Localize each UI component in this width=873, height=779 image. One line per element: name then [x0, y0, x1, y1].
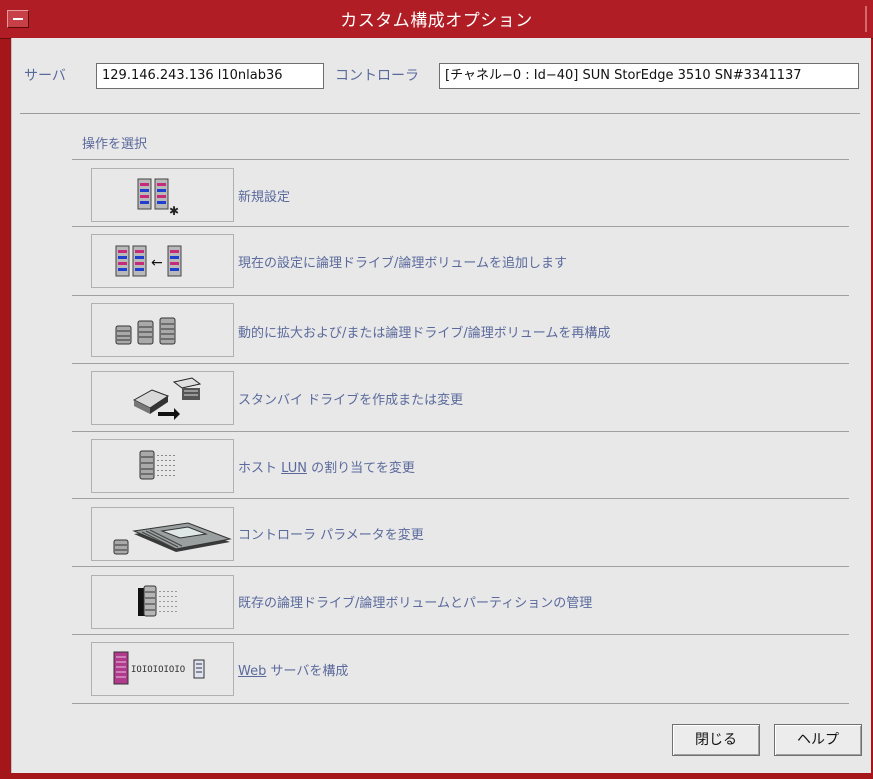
- option-label-new-config: 新規設定: [238, 190, 291, 205]
- add-ld-button[interactable]: ←: [91, 234, 234, 288]
- row-divider: [72, 566, 849, 567]
- manage-partitions-icon: [138, 585, 177, 617]
- option-label-expand-reconfig: 動的に拡大および/または論理ドライブ/論理ボリュームを再構成: [238, 326, 611, 341]
- controller-label: コントローラ: [335, 68, 419, 84]
- svg-text:IOIOIOIOIO: IOIOIOIOIO: [131, 665, 185, 675]
- host-lun-icon: [139, 450, 175, 480]
- close-button[interactable]: 閉じる: [672, 724, 760, 756]
- option-label-web-server-mnemonic: Web: [238, 664, 267, 679]
- standby-drive-icon: [132, 377, 202, 420]
- controller-params-icon: [113, 522, 232, 555]
- new-config-icon: ✱: [137, 178, 179, 218]
- option-label-host-lun-mnemonic: LUN: [281, 461, 307, 476]
- row-divider: [72, 363, 849, 364]
- dialog-body: サーバ 129.146.243.136 l10nlab36 コントローラ [チャ…: [11, 38, 871, 773]
- add-ld-icon: ←: [115, 245, 182, 277]
- divider: [20, 113, 860, 114]
- title-bar-edge: [865, 6, 867, 32]
- host-lun-button[interactable]: [91, 439, 234, 493]
- window-title: カスタム構成オプション: [340, 11, 533, 31]
- row-divider: [72, 295, 849, 296]
- web-server-button[interactable]: IOIOIOIOIO: [91, 642, 234, 696]
- controller-params-button[interactable]: [91, 507, 234, 561]
- option-label-host-lun: ホスト LUN の割り当てを変更: [238, 457, 415, 476]
- option-label-web-server-suffix: サーバを構成: [266, 664, 349, 679]
- row-divider: [72, 431, 849, 432]
- row-divider: [72, 226, 849, 227]
- expand-reconfig-button[interactable]: [91, 303, 234, 357]
- server-field[interactable]: 129.146.243.136 l10nlab36: [96, 63, 324, 89]
- manage-partitions-button[interactable]: [91, 575, 234, 629]
- row-divider: [72, 703, 849, 704]
- section-label: 操作を選択: [82, 137, 148, 152]
- option-label-host-lun-suffix: の割り当てを変更: [306, 461, 415, 476]
- help-button[interactable]: ヘルプ: [774, 724, 862, 756]
- title-bar[interactable]: カスタム構成オプション: [0, 0, 873, 39]
- option-label-controller-params: コントローラ パラメータを変更: [238, 528, 424, 543]
- svg-text:←: ←: [151, 255, 163, 271]
- server-label: サーバ: [24, 68, 66, 84]
- controller-field[interactable]: [チャネル−0 : Id−40] SUN StorEdge 3510 SN#33…: [439, 63, 859, 89]
- expand-reconfig-icon: [115, 317, 176, 345]
- option-label-manage-partitions: 既存の論理ドライブ/論理ボリュームとパーティションの管理: [238, 596, 593, 611]
- option-label-add-ld: 現在の設定に論理ドライブ/論理ボリュームを追加します: [238, 256, 567, 271]
- row-divider: [72, 634, 849, 635]
- svg-text:✱: ✱: [169, 204, 179, 218]
- new-config-button[interactable]: ✱: [91, 168, 234, 222]
- option-label-web-server: Web サーバを構成: [238, 660, 348, 679]
- option-label-host-lun-prefix: ホスト: [238, 461, 282, 476]
- standby-drive-button[interactable]: [91, 371, 234, 425]
- row-divider: [72, 498, 849, 499]
- option-label-standby-drive: スタンバイ ドライブを作成または変更: [238, 393, 464, 408]
- dialog-window: カスタム構成オプション サーバ 129.146.243.136 l10nlab3…: [0, 0, 873, 779]
- web-server-icon: IOIOIOIOIO: [113, 651, 205, 685]
- row-divider: [72, 159, 849, 160]
